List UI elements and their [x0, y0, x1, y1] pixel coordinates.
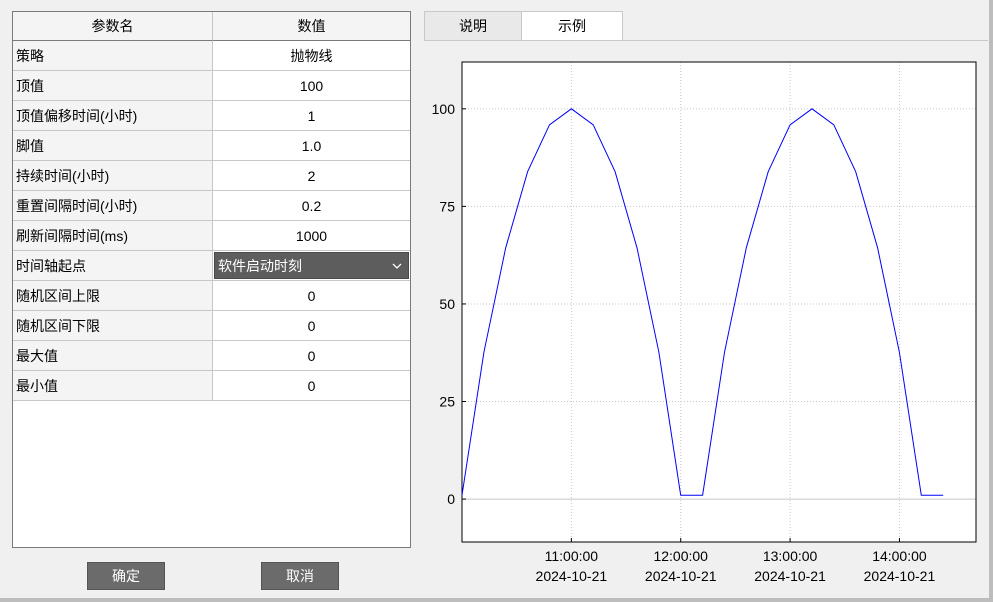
- x-tick-label-time: 13:00:00: [763, 548, 818, 564]
- x-tick-label-date: 2024-10-21: [754, 568, 826, 584]
- y-tick-label: 50: [439, 296, 455, 312]
- y-tick-label: 0: [447, 491, 455, 507]
- x-tick-label-date: 2024-10-21: [864, 568, 936, 584]
- y-tick-label: 75: [439, 198, 455, 214]
- example-chart: 0 25 50 75 100 11:00:00 2024-10-21 12:00:00 2024…: [432, 61, 977, 584]
- plot-area: [462, 62, 976, 542]
- x-tick-label-time: 11:00:00: [545, 548, 599, 564]
- x-tick-label-time: 14:00:00: [872, 548, 927, 564]
- x-tick-label-date: 2024-10-21: [645, 568, 717, 584]
- x-tick-label-time: 12:00:00: [653, 548, 708, 564]
- y-tick-label: 25: [439, 394, 455, 410]
- x-tick-label-date: 2024-10-21: [536, 568, 608, 584]
- y-tick-label: 100: [432, 101, 456, 117]
